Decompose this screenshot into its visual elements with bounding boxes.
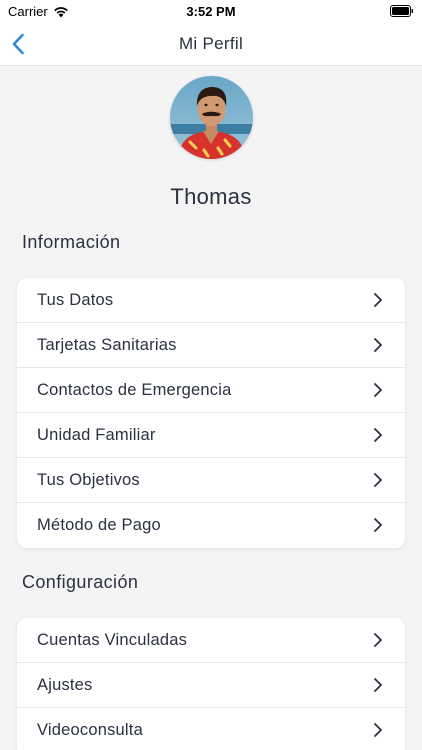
menu-item-videoconsulta[interactable]: Videoconsulta (17, 708, 405, 750)
menu-item-tarjetas-sanitarias[interactable]: Tarjetas Sanitarias (17, 323, 405, 368)
menu-item-label: Tarjetas Sanitarias (37, 335, 177, 354)
status-time: 3:52 PM (186, 4, 236, 19)
chevron-right-icon (374, 338, 382, 352)
configuracion-card: Cuentas Vinculadas Ajustes Videoconsulta (17, 618, 405, 750)
profile-photo (170, 76, 253, 159)
menu-item-ajustes[interactable]: Ajustes (17, 663, 405, 708)
section-title-informacion: Información (22, 232, 121, 252)
chevron-right-icon (374, 518, 382, 532)
page-title: Mi Perfil (178, 34, 244, 53)
chevron-right-icon (374, 723, 382, 737)
informacion-card: Tus Datos Tarjetas Sanitarias Contactos … (17, 278, 405, 548)
navigation-bar: Mi Perfil (0, 22, 422, 66)
menu-item-label: Tus Objetivos (37, 470, 140, 489)
menu-item-label: Unidad Familiar (37, 425, 156, 444)
chevron-right-icon (374, 633, 382, 647)
chevron-right-icon (374, 678, 382, 692)
profile-name: Thomas (170, 184, 252, 209)
menu-item-tus-datos[interactable]: Tus Datos (17, 278, 405, 323)
menu-item-label: Contactos de Emergencia (37, 380, 232, 399)
status-bar: Carrier 3:52 PM (0, 0, 422, 22)
menu-item-tus-objetivos[interactable]: Tus Objetivos (17, 458, 405, 503)
avatar[interactable] (170, 76, 253, 159)
menu-item-label: Cuentas Vinculadas (37, 630, 188, 649)
menu-item-label: Tus Datos (37, 290, 114, 309)
menu-item-unidad-familiar[interactable]: Unidad Familiar (17, 413, 405, 458)
section-title-configuracion: Configuración (22, 572, 139, 592)
chevron-right-icon (374, 383, 382, 397)
menu-item-cuentas-vinculadas[interactable]: Cuentas Vinculadas (17, 618, 405, 663)
menu-item-contactos-de-emergencia[interactable]: Contactos de Emergencia (17, 368, 405, 413)
menu-item-label: Método de Pago (37, 516, 161, 534)
menu-item-label: Videoconsulta (37, 721, 143, 739)
battery-icon (390, 5, 414, 17)
menu-item-metodo-de-pago[interactable]: Método de Pago (17, 503, 405, 548)
menu-item-label: Ajustes (37, 675, 93, 694)
chevron-right-icon (374, 293, 382, 307)
chevron-right-icon (374, 473, 382, 487)
chevron-right-icon (374, 428, 382, 442)
